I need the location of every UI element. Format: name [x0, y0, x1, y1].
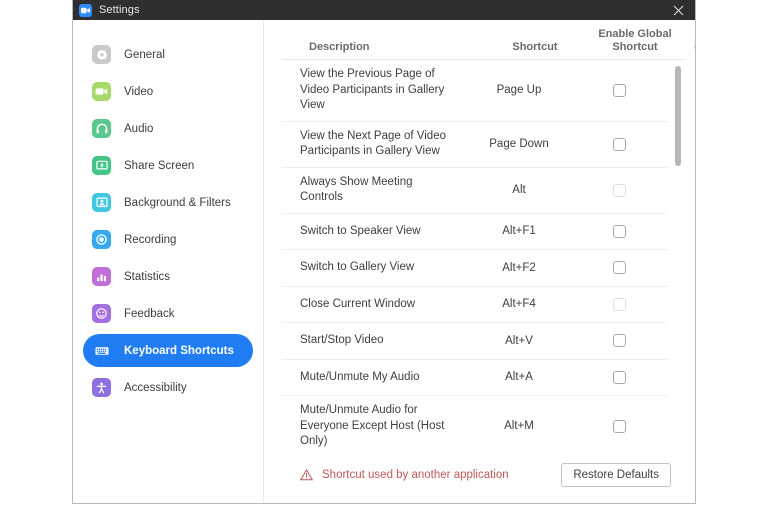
shortcut-description: Always Show Meeting Controls — [300, 175, 413, 204]
enable-global-checkbox — [612, 183, 626, 197]
shortcut-description: View the Next Page of Video Participants… — [300, 129, 446, 158]
restore-defaults-button[interactable]: Restore Defaults — [561, 463, 671, 487]
sidebar-item-label: Keyboard Shortcuts — [124, 344, 234, 357]
sidebar-item-label: Feedback — [124, 307, 175, 320]
shortcuts-table-scroll-area: View the Previous Page of Video Particip… — [282, 60, 683, 447]
table-row[interactable]: Always Show Meeting Controls Alt — [282, 168, 667, 214]
sidebar-item-audio[interactable]: Audio — [83, 112, 253, 145]
sidebar-item-share-screen[interactable]: Share Screen — [83, 149, 253, 182]
enable-global-checkbox[interactable] — [612, 261, 626, 275]
table-row[interactable]: View the Next Page of Video Participants… — [282, 122, 667, 168]
column-header-description: Description — [309, 41, 370, 53]
shortcuts-panel: Description Shortcut Enable Global Short… — [264, 20, 695, 503]
shortcut-key: Alt — [512, 184, 526, 196]
sidebar-item-video[interactable]: Video — [83, 75, 253, 108]
enable-global-cell — [571, 183, 667, 197]
shortcut-description: Close Current Window — [300, 297, 416, 310]
sidebar-item-label: Background & Filters — [124, 196, 231, 209]
settings-window: Settings General Video Audio Share Scree… — [72, 0, 696, 504]
person-frame-icon — [92, 193, 111, 212]
share-screen-icon — [92, 156, 111, 175]
table-row[interactable]: Start/Stop Video Alt+V — [282, 323, 667, 360]
warning-text: Shortcut used by another application — [322, 469, 509, 481]
sidebar-item-recording[interactable]: Recording — [83, 223, 253, 256]
sidebar-item-label: General — [124, 48, 165, 61]
shortcut-description: Switch to Gallery View — [300, 261, 415, 273]
enable-global-cell — [571, 419, 667, 433]
sidebar-item-background-filters[interactable]: Background & Filters — [83, 186, 253, 219]
keyboard-icon — [92, 341, 111, 360]
table-row[interactable]: Switch to Speaker View Alt+F1 — [282, 214, 667, 250]
window-body: General Video Audio Share Screen Backgro… — [73, 20, 695, 503]
shortcut-key: Page Up — [496, 84, 542, 97]
sidebar-item-label: Video — [124, 85, 154, 98]
shortcut-key: Alt+F1 — [502, 225, 536, 238]
shortcut-key: Alt+F4 — [502, 298, 536, 311]
enable-global-checkbox[interactable] — [612, 334, 626, 348]
shortcut-key: Alt+F2 — [502, 261, 536, 274]
shortcut-key: Alt+M — [504, 420, 534, 433]
enable-global-checkbox — [612, 297, 626, 311]
headphones-icon — [92, 119, 111, 138]
enable-global-checkbox[interactable] — [612, 224, 626, 238]
enable-global-cell — [571, 137, 667, 151]
sidebar-item-keyboard-shortcuts[interactable]: Keyboard Shortcuts — [83, 334, 253, 367]
shortcuts-table-body: View the Previous Page of Video Particip… — [282, 60, 667, 447]
close-icon[interactable] — [661, 0, 695, 20]
settings-sidebar: General Video Audio Share Screen Backgro… — [73, 20, 264, 503]
accessibility-icon — [92, 378, 111, 397]
shortcut-conflict-warning: Shortcut used by another application — [300, 469, 561, 481]
enable-global-checkbox[interactable] — [612, 419, 626, 433]
sidebar-item-label: Accessibility — [124, 381, 187, 394]
window-titlebar: Settings — [73, 0, 695, 20]
enable-global-checkbox[interactable] — [612, 137, 626, 151]
record-circle-icon — [92, 230, 111, 249]
screen-canvas: Settings General Video Audio Share Scree… — [0, 0, 768, 512]
sidebar-item-feedback[interactable]: Feedback — [83, 297, 253, 330]
sidebar-item-label: Share Screen — [124, 159, 195, 172]
table-row[interactable]: View the Previous Page of Video Particip… — [282, 60, 667, 122]
sidebar-item-accessibility[interactable]: Accessibility — [83, 371, 253, 404]
enable-global-checkbox[interactable] — [612, 370, 626, 384]
column-header-enable-global-shortcut: Enable Global Shortcut — [587, 28, 695, 53]
smiley-face-icon — [92, 304, 111, 323]
shortcut-description: Mute/Unmute My Audio — [300, 370, 420, 383]
scrollbar-thumb[interactable] — [675, 66, 681, 166]
panel-footer: Shortcut used by another application Res… — [282, 447, 683, 503]
sidebar-item-statistics[interactable]: Statistics — [83, 260, 253, 293]
shortcut-description: Mute/Unmute Audio for Everyone Except Ho… — [300, 404, 445, 447]
enable-global-cell — [571, 370, 667, 384]
video-camera-icon — [92, 82, 111, 101]
column-header-shortcut: Shortcut — [512, 41, 558, 53]
enable-global-cell — [571, 83, 667, 97]
table-row[interactable]: Close Current Window Alt+F4 — [282, 287, 667, 323]
sidebar-item-label: Recording — [124, 233, 177, 246]
enable-global-cell — [571, 261, 667, 275]
enable-global-line2: Shortcut — [612, 40, 658, 53]
table-row[interactable]: Mute/Unmute Audio for Everyone Except Ho… — [282, 396, 667, 447]
table-row[interactable]: Mute/Unmute My Audio Alt+A — [282, 360, 667, 396]
shortcut-description: Switch to Speaker View — [300, 224, 421, 237]
enable-global-cell — [571, 224, 667, 238]
enable-global-cell — [571, 334, 667, 348]
table-row[interactable]: Switch to Gallery View Alt+F2 — [282, 250, 667, 287]
window-title: Settings — [99, 4, 140, 16]
sidebar-item-general[interactable]: General — [83, 38, 253, 71]
sidebar-item-label: Statistics — [124, 270, 171, 283]
shortcut-description: Start/Stop Video — [300, 334, 384, 346]
question-mark-circle-icon[interactable] — [694, 41, 695, 54]
table-header: Description Shortcut Enable Global Short… — [282, 20, 695, 60]
shortcut-description: View the Previous Page of Video Particip… — [300, 68, 445, 111]
zoom-camera-icon — [79, 3, 92, 17]
enable-global-cell — [571, 297, 667, 311]
sidebar-item-label: Audio — [124, 122, 154, 135]
bar-chart-icon — [92, 267, 111, 286]
warning-triangle-icon — [300, 469, 313, 481]
enable-global-line1: Enable Global — [598, 28, 672, 40]
gear-icon — [92, 45, 111, 64]
enable-global-checkbox[interactable] — [612, 83, 626, 97]
shortcut-key: Alt+V — [505, 334, 533, 347]
shortcut-key: Page Down — [489, 138, 549, 150]
shortcut-key: Alt+A — [505, 371, 533, 384]
